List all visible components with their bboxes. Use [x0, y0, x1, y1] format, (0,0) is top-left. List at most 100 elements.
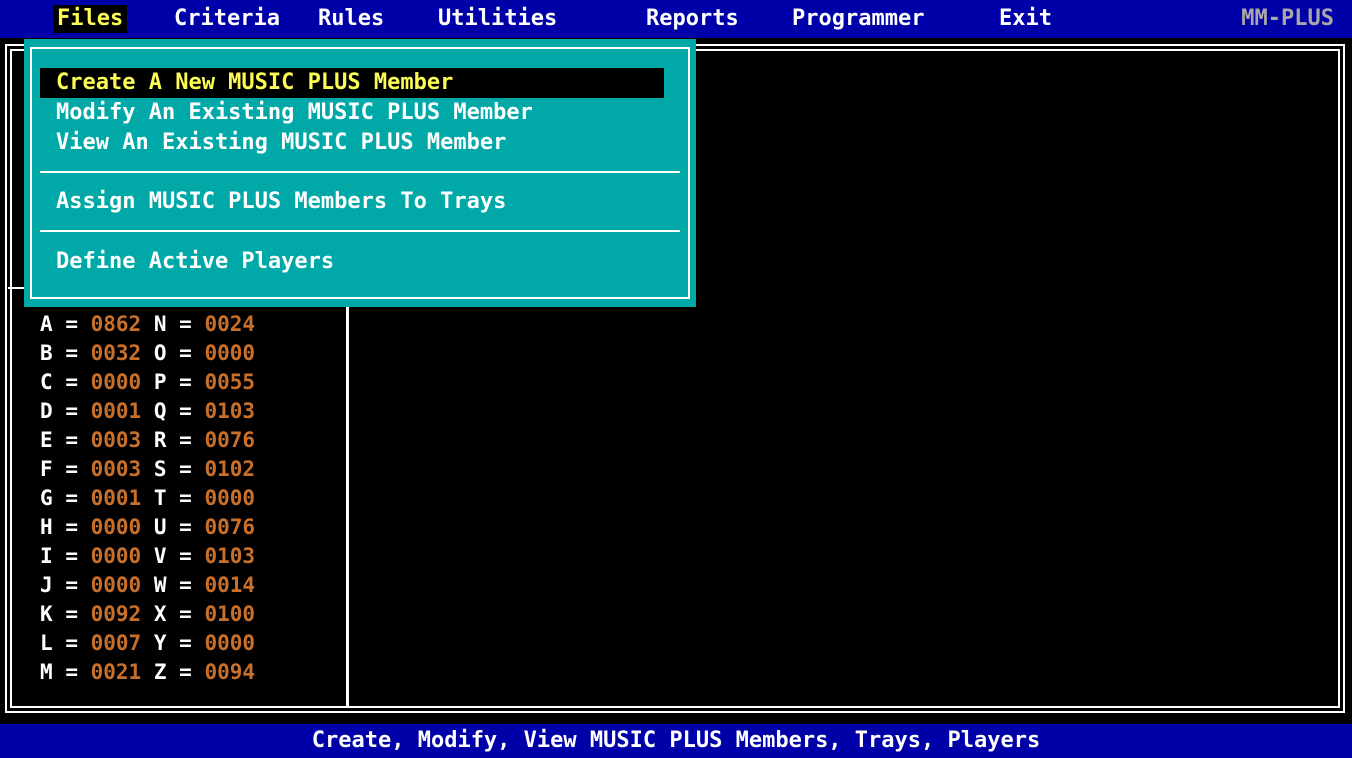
menu-bar: Files Criteria Rules Utilities Reports P…: [0, 0, 1352, 38]
letter-label: Y: [153, 631, 167, 655]
menu-utilities[interactable]: Utilities: [434, 5, 561, 33]
letter-label: A: [40, 312, 53, 336]
letter-label: F: [40, 457, 53, 481]
equals-sign: =: [179, 312, 192, 336]
count-value: 0103: [204, 399, 256, 423]
menu-criteria[interactable]: Criteria: [170, 5, 284, 33]
letter-label: R: [153, 428, 167, 452]
letter-label: G: [40, 486, 53, 510]
count-value: 0102: [204, 457, 256, 481]
letter-label: B: [40, 341, 53, 365]
equals-sign: =: [179, 573, 192, 597]
count-row: L = 0007 Y = 0000: [40, 629, 255, 658]
count-value: 0000: [204, 341, 256, 365]
letter-label: T: [153, 486, 167, 510]
count-row: D = 0001 Q = 0103: [40, 397, 255, 426]
count-row: K = 0092 X = 0100: [40, 600, 255, 629]
letter-label: X: [153, 602, 167, 626]
equals-sign: =: [179, 486, 192, 510]
letter-label: H: [40, 515, 53, 539]
count-value: 0000: [90, 544, 142, 568]
count-value: 0055: [204, 370, 256, 394]
letter-label: P: [153, 370, 167, 394]
count-value: 0103: [204, 544, 256, 568]
count-row: G = 0001 T = 0000: [40, 484, 255, 513]
menu-item-view-member[interactable]: View An Existing MUSIC PLUS Member: [40, 128, 664, 158]
menu-rules[interactable]: Rules: [314, 5, 388, 33]
count-value: 0001: [90, 399, 142, 423]
count-row: F = 0003 S = 0102: [40, 455, 255, 484]
menu-item-define-players[interactable]: Define Active Players: [40, 247, 664, 277]
count-value: 0007: [90, 631, 142, 655]
count-value: 0021: [90, 660, 142, 684]
letter-label: C: [40, 370, 53, 394]
letter-label: W: [153, 573, 167, 597]
equals-sign: =: [65, 631, 78, 655]
menu-item-create-member[interactable]: Create A New MUSIC PLUS Member: [40, 68, 664, 98]
equals-sign: =: [65, 660, 78, 684]
count-row: H = 0000 U = 0076: [40, 513, 255, 542]
count-value: 0032: [90, 341, 142, 365]
letter-label: Q: [153, 399, 167, 423]
count-value: 0000: [90, 370, 142, 394]
status-text: Create, Modify, View MUSIC PLUS Members,…: [311, 728, 1041, 753]
count-value: 0024: [204, 312, 256, 336]
equals-sign: =: [179, 631, 192, 655]
count-row: I = 0000 V = 0103: [40, 542, 255, 571]
equals-sign: =: [179, 457, 192, 481]
menu-reports[interactable]: Reports: [642, 5, 743, 33]
equals-sign: =: [179, 428, 192, 452]
count-value: 0862: [90, 312, 142, 336]
menu-item-modify-member[interactable]: Modify An Existing MUSIC PLUS Member: [40, 98, 664, 128]
app-tag: MM-PLUS: [1241, 6, 1334, 31]
equals-sign: =: [65, 341, 78, 365]
count-value: 0100: [204, 602, 256, 626]
menu-item-assign-trays[interactable]: Assign MUSIC PLUS Members To Trays: [40, 187, 664, 217]
count-value: 0000: [90, 515, 142, 539]
letter-label: V: [153, 544, 167, 568]
files-dropdown-menu: Create A New MUSIC PLUS Member Modify An…: [24, 39, 696, 307]
count-value: 0001: [90, 486, 142, 510]
equals-sign: =: [179, 515, 192, 539]
count-row: M = 0021 Z = 0094: [40, 658, 255, 687]
equals-sign: =: [179, 341, 192, 365]
menu-separator: [40, 230, 680, 232]
menu-programmer[interactable]: Programmer: [788, 5, 928, 33]
letter-label: U: [153, 515, 167, 539]
menu-files[interactable]: Files: [53, 5, 128, 33]
letter-label: L: [40, 631, 53, 655]
letter-label: I: [40, 544, 53, 568]
count-row: C = 0000 P = 0055: [40, 368, 255, 397]
equals-sign: =: [65, 486, 78, 510]
letter-label: K: [40, 602, 53, 626]
equals-sign: =: [179, 660, 192, 684]
count-row: E = 0003 R = 0076: [40, 426, 255, 455]
equals-sign: =: [179, 370, 192, 394]
equals-sign: =: [179, 544, 192, 568]
count-row: J = 0000 W = 0014: [40, 571, 255, 600]
letter-label: D: [40, 399, 53, 423]
equals-sign: =: [65, 544, 78, 568]
equals-sign: =: [65, 602, 78, 626]
count-value: 0014: [204, 573, 256, 597]
equals-sign: =: [65, 312, 78, 336]
equals-sign: =: [65, 428, 78, 452]
equals-sign: =: [179, 399, 192, 423]
count-value: 0000: [204, 631, 256, 655]
letter-label: N: [153, 312, 167, 336]
count-row: A = 0862 N = 0024: [40, 310, 255, 339]
equals-sign: =: [65, 399, 78, 423]
menu-exit[interactable]: Exit: [995, 5, 1056, 33]
letter-label: Z: [153, 660, 167, 684]
count-value: 0076: [204, 515, 256, 539]
letter-label: O: [153, 341, 167, 365]
count-value: 0003: [90, 428, 142, 452]
count-value: 0076: [204, 428, 256, 452]
equals-sign: =: [65, 457, 78, 481]
equals-sign: =: [65, 515, 78, 539]
count-value: 0000: [204, 486, 256, 510]
count-value: 0094: [204, 660, 256, 684]
count-row: B = 0032 O = 0000: [40, 339, 255, 368]
letter-label: J: [40, 573, 53, 597]
count-value: 0000: [90, 573, 142, 597]
